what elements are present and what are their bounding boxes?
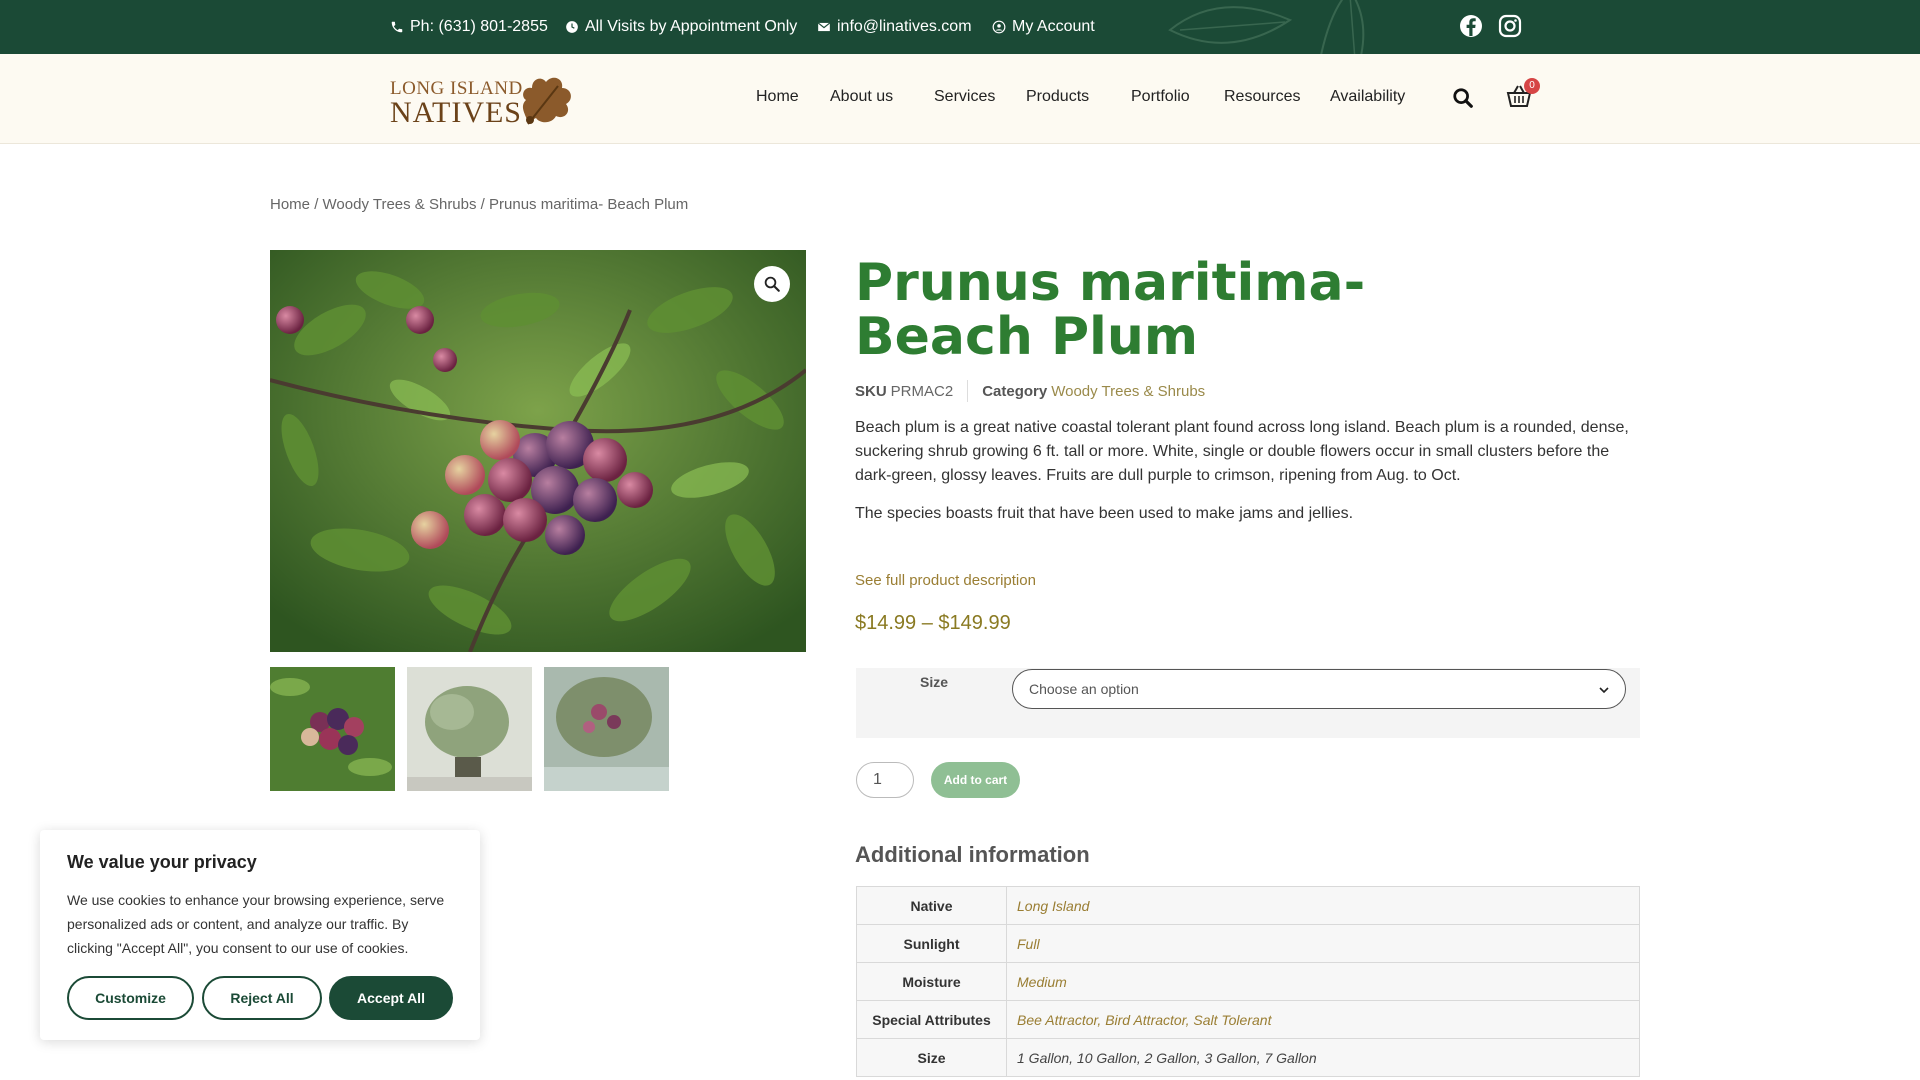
facebook-icon[interactable] (1459, 14, 1483, 38)
attribute-name: Moisture (856, 962, 1007, 1001)
breadcrumb-home[interactable]: Home (270, 196, 310, 213)
cookie-message: We use cookies to enhance your browsing … (67, 892, 445, 956)
attribute-value[interactable]: Medium (1006, 962, 1640, 1001)
visits-text: All Visits by Appointment Only (585, 18, 798, 35)
nav-services[interactable]: Services (934, 88, 995, 106)
instagram-icon[interactable] (1498, 14, 1522, 38)
cart-count-badge: 0 (1524, 78, 1540, 94)
nav-availability[interactable]: Availability (1330, 88, 1405, 106)
zoom-button[interactable] (754, 266, 790, 302)
size-select-value: Choose an option (1029, 681, 1139, 697)
email-link[interactable]: info@linatives.com (817, 0, 972, 54)
meta-divider (967, 380, 969, 402)
email-text: info@linatives.com (837, 18, 972, 35)
product-thumbnail-3[interactable] (544, 667, 669, 791)
search-icon[interactable] (1452, 87, 1474, 109)
attribute-value: 1 Gallon, 10 Gallon, 2 Gallon, 3 Gallon,… (1006, 1038, 1640, 1077)
visits-info: All Visits by Appointment Only (565, 0, 797, 54)
attribute-name: Native (856, 886, 1007, 925)
thumbnail-image (270, 667, 395, 791)
phone-text: Ph: (631) 801-2855 (410, 18, 548, 35)
product-main-image[interactable] (270, 250, 806, 652)
attributes-table: Native Long Island Sunlight Full Moistur… (856, 886, 1640, 1077)
product-meta: SKU PRMAC2 Category Woody Trees & Shrubs (855, 380, 1205, 402)
logo-line-2: NATIVES (390, 96, 522, 129)
beach-plum-photo (270, 250, 806, 652)
leaf-decoration (1168, 0, 1365, 54)
attribute-value[interactable]: Long Island (1006, 886, 1640, 925)
attribute-value[interactable]: Bee Attractor, Bird Attractor, Salt Tole… (1006, 1000, 1640, 1039)
full-description-link[interactable]: See full product description (855, 572, 1036, 589)
category-label: Category (982, 382, 1048, 400)
size-label: Size (920, 674, 949, 690)
nav-resources[interactable]: Resources (1224, 88, 1300, 106)
envelope-icon (817, 22, 831, 32)
cookie-consent-banner: We value your privacy We use cookies to … (40, 830, 480, 1040)
user-circle-icon (992, 20, 1006, 34)
site-logo[interactable]: LONG ISLAND NATIVES (390, 72, 580, 129)
table-row: Size 1 Gallon, 10 Gallon, 2 Gallon, 3 Ga… (856, 1038, 1640, 1077)
top-bar: Ph: (631) 801-2855 All Visits by Appoint… (0, 0, 1920, 54)
attribute-value[interactable]: Full (1006, 924, 1640, 963)
nav-products[interactable]: Products (1026, 88, 1089, 106)
product-price: $14.99 – $149.99 (855, 612, 1011, 634)
nav-about-us[interactable]: About us (830, 88, 893, 106)
chevron-down-icon (1599, 687, 1609, 694)
category-link[interactable]: Woody Trees & Shrubs (1051, 383, 1205, 400)
accept-all-button[interactable]: Accept All (329, 976, 453, 1020)
table-row: Sunlight Full (856, 924, 1640, 963)
product-thumbnail-1[interactable] (270, 667, 395, 791)
my-account-text: My Account (1012, 18, 1095, 35)
product-title: Prunus maritima- Beach Plum (855, 253, 1366, 367)
description-paragraph-2: The species boasts fruit that have been … (855, 505, 1354, 522)
table-row: Native Long Island (856, 886, 1640, 925)
breadcrumb-separator: / (314, 196, 323, 213)
size-variation-row: Size Choose an option (856, 668, 1640, 738)
my-account-link[interactable]: My Account (992, 0, 1095, 54)
sku-value: PRMAC2 (890, 382, 954, 400)
size-select[interactable]: Choose an option (1012, 669, 1626, 709)
breadcrumb-category[interactable]: Woody Trees & Shrubs (323, 196, 477, 213)
breadcrumb: Home / Woody Trees & Shrubs / Prunus mar… (270, 196, 688, 213)
table-row: Moisture Medium (856, 962, 1640, 1001)
additional-info-heading: Additional information (855, 842, 1090, 867)
attribute-name: Size (856, 1038, 1007, 1077)
table-row: Special Attributes Bee Attractor, Bird A… (856, 1000, 1640, 1039)
breadcrumb-current: Prunus maritima- Beach Plum (489, 196, 689, 213)
oak-leaf-icon (522, 77, 571, 125)
thumbnail-image (544, 667, 669, 791)
description-paragraph-1: Beach plum is a great native coastal tol… (855, 419, 1629, 484)
nav-portfolio[interactable]: Portfolio (1131, 88, 1190, 106)
add-to-cart-button[interactable]: Add to cart (931, 762, 1020, 798)
sku-label: SKU (855, 382, 887, 400)
customize-button[interactable]: Customize (67, 976, 194, 1020)
attribute-name: Special Attributes (856, 1000, 1007, 1039)
product-short-description: Beach plum is a great native coastal tol… (855, 416, 1645, 526)
reject-all-button[interactable]: Reject All (202, 976, 322, 1020)
phone-link[interactable]: Ph: (631) 801-2855 (390, 0, 548, 54)
product-thumbnail-2[interactable] (407, 667, 532, 791)
clock-icon (566, 21, 578, 33)
quantity-input[interactable]: 1 (856, 762, 914, 798)
cookie-title: We value your privacy (67, 852, 257, 872)
magnifier-icon (764, 276, 780, 292)
breadcrumb-separator: / (480, 196, 490, 213)
thumbnail-image (407, 667, 532, 791)
phone-icon (391, 21, 403, 33)
attribute-name: Sunlight (856, 924, 1007, 963)
nav-home[interactable]: Home (756, 88, 799, 106)
